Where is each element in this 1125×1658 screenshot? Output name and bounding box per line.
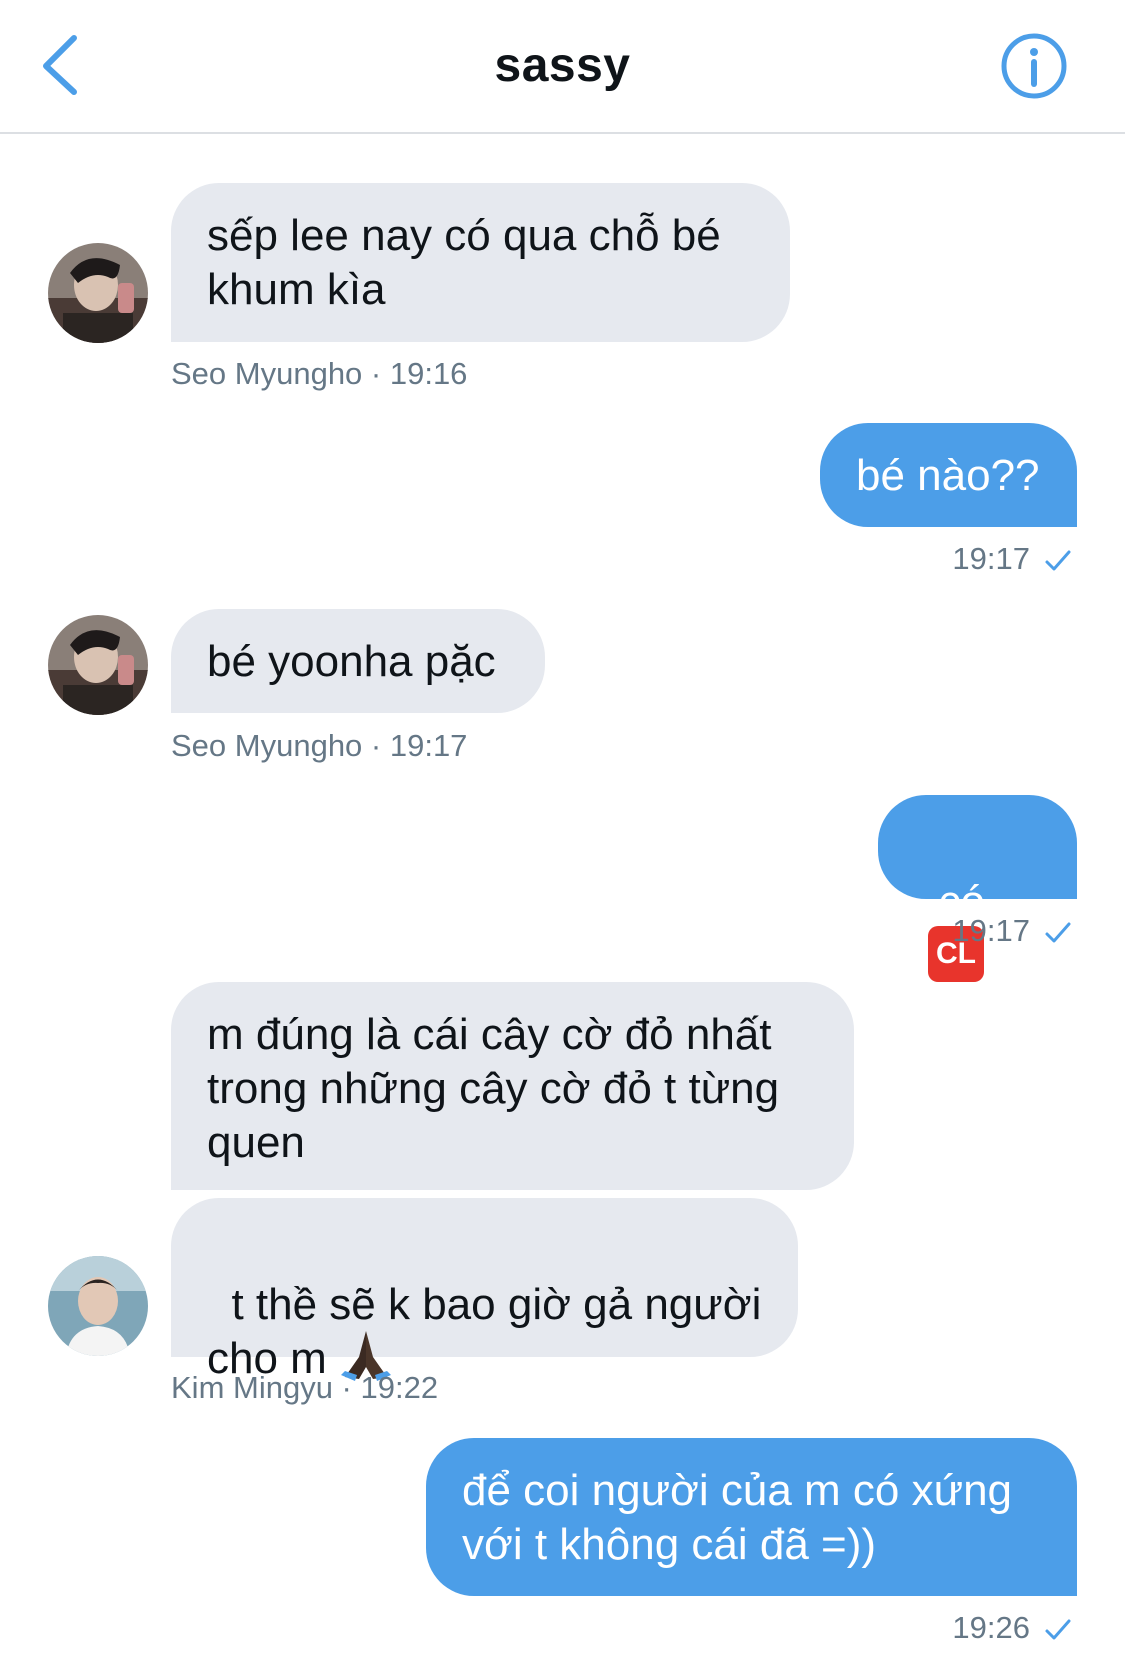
sent-check-icon — [1045, 550, 1071, 571]
info-button[interactable] — [1000, 32, 1068, 100]
message-bubble[interactable]: m đúng là cái cây cờ đỏ nhất trong những… — [171, 982, 854, 1190]
message-meta: Kim Mingyu · 19:22 — [171, 1370, 439, 1405]
sent-check-icon — [1045, 1619, 1071, 1640]
message-meta: 19:26 — [900, 1610, 1072, 1646]
avatar-seo-myungho[interactable] — [48, 615, 148, 715]
message-meta: 19:17 — [900, 913, 1072, 949]
avatar-seo-myungho[interactable] — [48, 243, 148, 343]
message-time: 19:26 — [952, 1610, 1030, 1645]
message-meta: 19:17 — [900, 541, 1072, 577]
message-meta: Seo Myungho · 19:16 — [171, 356, 468, 391]
message-bubble[interactable]: cóCL — [878, 795, 1077, 983]
info-circle-icon — [1001, 33, 1067, 99]
conversation-title: sassy — [494, 39, 631, 92]
sent-check-icon — [1045, 922, 1071, 943]
message-bubble[interactable]: bé yoonha pặc — [171, 609, 545, 713]
message-meta: Seo Myungho · 19:17 — [171, 728, 468, 763]
avatar-kim-mingyu[interactable] — [48, 1256, 148, 1356]
message-bubble[interactable]: t thề sẽ k bao giờ gả người cho m — [171, 1198, 798, 1383]
message-time: 19:17 — [952, 541, 1030, 576]
message-bubble[interactable]: để coi người của m có xứng với t không c… — [426, 1438, 1077, 1596]
message-bubble[interactable]: bé nào?? — [820, 423, 1077, 527]
message-text: t thề sẽ k bao giờ gả người cho m — [207, 1280, 762, 1383]
conversation-header: sassy — [0, 0, 1125, 134]
message-bubble[interactable]: sếp lee nay có qua chỗ bé khum kìa — [171, 183, 790, 342]
message-time: 19:17 — [952, 913, 1030, 948]
